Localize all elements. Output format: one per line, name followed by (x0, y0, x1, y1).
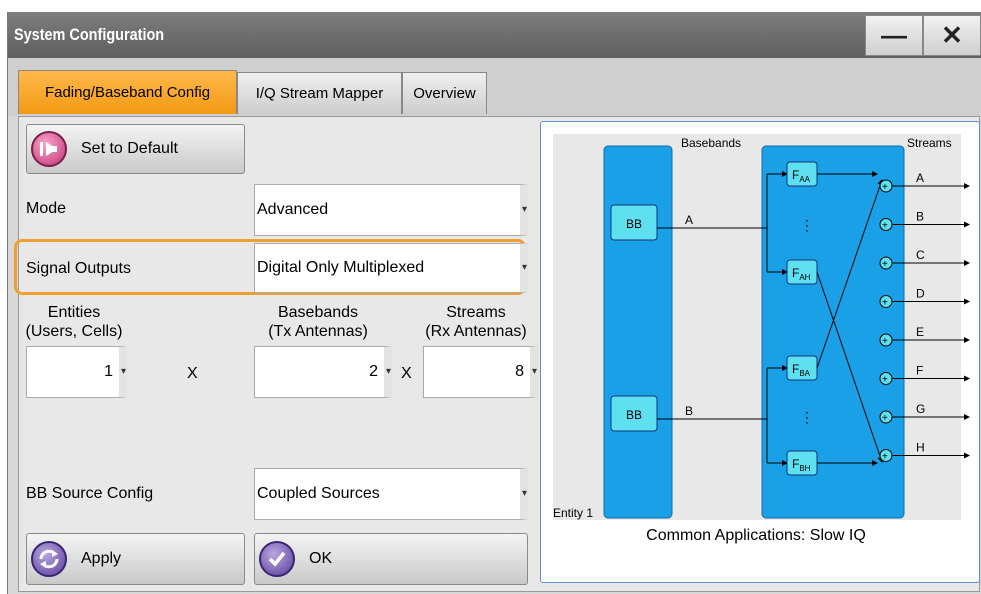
sum-plus-icon: + (882, 259, 888, 270)
checkmark-icon (259, 541, 295, 577)
dropdown-arrow-icon: ▾ (521, 488, 527, 499)
window-title: System Configuration (14, 25, 165, 44)
apply-label: Apply (81, 550, 122, 567)
sum-plus-icon: + (882, 375, 888, 386)
fader-ba-main: F (792, 362, 799, 376)
line-b-label: B (685, 404, 693, 418)
stepper-arrow-icon: ▾ (531, 366, 537, 377)
refresh-icon (31, 541, 67, 577)
fader-aa-sub: AA (799, 175, 810, 184)
stream-label-a: A (916, 171, 924, 185)
stream-label-b: B (916, 210, 924, 224)
fader-ah-sub: AH (799, 273, 810, 282)
stepper-arrow-icon: ▾ (385, 366, 391, 377)
mode-select[interactable]: Advanced ▾ (254, 184, 528, 236)
set-to-default-label: Set to Default (81, 140, 178, 157)
fader-ah-main: F (792, 266, 799, 280)
sum-plus-icon: + (882, 182, 888, 193)
sum-plus-icon: + (882, 452, 888, 463)
sum-plus-icon: + (882, 413, 888, 424)
fader-bh-main: F (792, 457, 799, 471)
overview-diagram-panel: Basebands Streams BB BB A B FAA FAH FBA … (540, 121, 980, 583)
basebands-label: Basebands (277, 304, 359, 321)
bb-a-label: BB (626, 217, 642, 231)
tab-bar: Fading/Baseband Config I/Q Stream Mapper… (8, 58, 981, 116)
close-button[interactable]: ✕ (923, 15, 981, 56)
entities-value: 1 (104, 363, 113, 380)
times-sign: X (187, 365, 198, 382)
sum-plus-icon: + (882, 221, 888, 232)
signal-outputs-select[interactable]: Digital Only Multiplexed ▾ (254, 243, 528, 293)
stepper-arrow-icon: ▾ (120, 366, 126, 377)
signal-flow-diagram: Basebands Streams BB BB A B FAA FAH FBA … (553, 134, 970, 544)
streams-header: Streams (907, 136, 952, 150)
tab-label: Fading/Baseband Config (44, 84, 211, 101)
entity-label: Entity 1 (553, 506, 593, 520)
diagram-caption: Common Applications: Slow IQ (646, 527, 866, 544)
signal-outputs-value: Digital Only Multiplexed (257, 259, 425, 276)
close-icon: ✕ (941, 20, 963, 50)
bb-source-config-label: BB Source Config (26, 485, 154, 502)
tab-fading-baseband-config[interactable]: Fading/Baseband Config (18, 70, 237, 114)
streams-header: Streams (Rx Antennas) (414, 303, 538, 341)
set-to-default-button[interactable]: Set to Default (26, 124, 245, 174)
ok-label: OK (309, 550, 333, 567)
back-arrow-icon (31, 131, 67, 167)
ellipsis-a: ⋮ (800, 217, 814, 233)
mode-label: Mode (26, 200, 67, 217)
line-a-label: A (685, 213, 693, 227)
baseband-block (603, 145, 673, 519)
streams-value: 8 (515, 363, 524, 380)
tab-iq-stream-mapper[interactable]: I/Q Stream Mapper (237, 72, 402, 114)
tab-overview[interactable]: Overview (402, 72, 487, 114)
basebands-value: 2 (369, 363, 378, 380)
entities-stepper[interactable]: 1 ▾ (26, 346, 127, 398)
basebands-header: Basebands (Tx Antennas) (248, 303, 388, 341)
fader-ba-sub: BA (799, 369, 810, 378)
ok-button[interactable]: OK (254, 533, 528, 585)
dropdown-arrow-icon: ▾ (521, 262, 527, 273)
sum-plus-icon: + (882, 336, 888, 347)
signal-outputs-label: Signal Outputs (26, 260, 131, 277)
streams-stepper[interactable]: 8 ▾ (423, 346, 538, 398)
stream-label-h: H (916, 441, 925, 455)
streams-sublabel: (Rx Antennas) (425, 323, 527, 340)
fader-aa-main: F (792, 168, 799, 182)
ellipsis-b: ⋮ (800, 409, 814, 425)
mode-value: Advanced (257, 201, 329, 218)
apply-button[interactable]: Apply (26, 533, 245, 585)
bb-source-config-value: Coupled Sources (257, 485, 380, 502)
basebands-sublabel: (Tx Antennas) (268, 323, 368, 340)
times-sign: X (401, 365, 412, 382)
fader-bh-sub: BH (799, 464, 810, 473)
streams-label: Streams (446, 304, 506, 321)
entities-sublabel: (Users, Cells) (25, 323, 123, 340)
stream-label-c: C (916, 248, 925, 262)
tab-label: I/Q Stream Mapper (255, 85, 384, 102)
tab-label: Overview (413, 85, 476, 102)
stream-label-d: D (916, 287, 925, 301)
stream-label-e: E (916, 325, 924, 339)
basebands-header: Basebands (681, 136, 741, 150)
minimize-icon: — (881, 20, 907, 50)
stream-label-f: F (916, 364, 923, 378)
entities-label: Entities (47, 304, 101, 321)
entities-header: Entities (Users, Cells) (14, 303, 134, 341)
bb-b-label: BB (626, 408, 642, 422)
stream-label-g: G (916, 402, 925, 416)
title-bar: System Configuration — ✕ (8, 12, 981, 58)
basebands-stepper[interactable]: 2 ▾ (254, 346, 392, 398)
sum-plus-icon: + (882, 298, 888, 309)
minimize-button[interactable]: — (865, 15, 923, 56)
dropdown-arrow-icon: ▾ (521, 204, 527, 215)
bb-source-config-select[interactable]: Coupled Sources ▾ (254, 468, 528, 520)
